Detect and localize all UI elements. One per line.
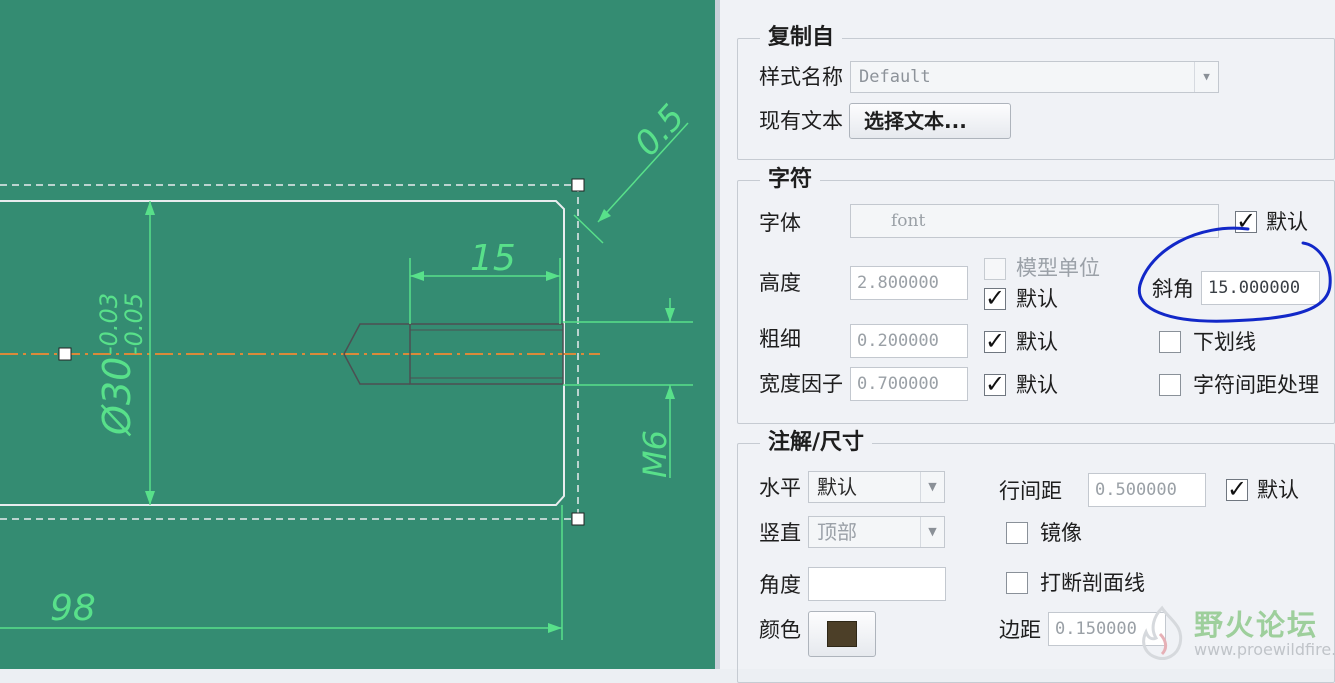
diameter-arrow-top: [145, 201, 155, 215]
vertical-value: 顶部: [817, 520, 857, 544]
height-default-label: 默认: [1016, 287, 1058, 311]
thread-arrow-top: [665, 308, 675, 322]
copy-from-group: 复制自: [737, 23, 1335, 160]
total-arrow-right: [548, 623, 562, 633]
length-arrow-right: [546, 271, 560, 281]
vertical-label: 竖直: [759, 521, 801, 545]
drawing-svg: Ø30 -0.03 -0.05 15 0.5 M6 98: [0, 97, 693, 640]
selection-handle-left[interactable]: [58, 347, 72, 361]
horizontal-combo[interactable]: 默认 ▼: [808, 471, 945, 503]
total-dim-text[interactable]: 98: [50, 588, 96, 629]
existing-text-label: 现有文本: [759, 109, 843, 133]
line-spacing-default-label: 默认: [1257, 478, 1299, 502]
mirror-checkbox[interactable]: [1006, 522, 1028, 544]
drawing-canvas[interactable]: Ø30 -0.03 -0.05 15 0.5 M6 98: [0, 0, 715, 669]
text-style-panel: 复制自 样式名称 Default ▼ 现有文本 选择文本... 字符 字体 fo…: [720, 0, 1335, 683]
width-factor-field[interactable]: 0.700000: [850, 367, 968, 401]
thickness-default-label: 默认: [1016, 330, 1058, 354]
break-hatch-label: 打断剖面线: [1040, 571, 1145, 595]
height-field[interactable]: 2.800000: [850, 266, 968, 300]
kerning-checkbox[interactable]: [1159, 374, 1181, 396]
thread-dim-text[interactable]: M6: [636, 430, 674, 478]
break-hatch-checkbox[interactable]: [1006, 572, 1028, 594]
horizontal-label: 水平: [759, 476, 801, 500]
chamfer-dim-text[interactable]: 0.5: [627, 97, 693, 164]
width-default-checkbox[interactable]: ✓: [984, 372, 1006, 396]
color-swatch: [827, 621, 857, 647]
style-name-combo[interactable]: Default ▼: [850, 61, 1219, 93]
style-name-value: Default: [859, 67, 931, 87]
length-arrow-left: [410, 271, 424, 281]
chevron-down-icon: ▼: [920, 472, 944, 502]
flame-logo-icon: [1142, 605, 1183, 660]
kerning-label: 字符间距处理: [1193, 373, 1319, 397]
annotation-circle: [1137, 226, 1332, 323]
diameter-dim-text[interactable]: Ø30: [95, 357, 139, 437]
color-swatch-button[interactable]: [808, 611, 876, 657]
thickness-default-checkbox[interactable]: ✓: [984, 329, 1006, 353]
diameter-dim-group: Ø30 -0.03 -0.05: [95, 293, 148, 437]
style-name-label: 样式名称: [759, 65, 843, 89]
horizontal-value: 默认: [817, 475, 857, 499]
select-text-button[interactable]: 选择文本...: [849, 103, 1011, 139]
selection-handle-top-right[interactable]: [571, 178, 585, 192]
model-units-label: 模型单位: [1016, 256, 1100, 280]
thickness-field[interactable]: 0.200000: [850, 324, 968, 358]
color-label: 颜色: [759, 618, 801, 642]
line-spacing-default-checkbox[interactable]: ✓: [1226, 477, 1248, 501]
watermark-url: www.proewildfire.cn: [1194, 640, 1335, 659]
mirror-label: 镜像: [1040, 521, 1082, 545]
font-label: 字体: [759, 211, 801, 235]
chevron-down-icon: ▼: [920, 517, 944, 547]
diameter-tol-lower: -0.05: [120, 293, 148, 355]
thread-arrow-bottom: [665, 385, 675, 399]
underline-checkbox[interactable]: [1159, 331, 1181, 353]
angle-field[interactable]: [808, 567, 946, 601]
thickness-label: 粗细: [759, 327, 801, 351]
diameter-arrow-bottom: [145, 491, 155, 505]
character-title: 字符: [760, 165, 821, 195]
forum-watermark: 野火论坛 www.proewildfire.cn: [1128, 600, 1335, 669]
diameter-tol-upper: -0.03: [95, 293, 123, 355]
selection-handle-bottom-right[interactable]: [571, 512, 585, 526]
note-dim-title: 注解/尺寸: [760, 428, 873, 458]
width-default-label: 默认: [1016, 373, 1058, 397]
model-units-checkbox[interactable]: [984, 258, 1006, 280]
margin-label: 边距: [999, 618, 1041, 642]
copy-from-title: 复制自: [760, 23, 843, 53]
angle-label: 角度: [759, 573, 801, 597]
vertical-combo[interactable]: 顶部 ▼: [808, 516, 945, 548]
line-spacing-field[interactable]: 0.500000: [1088, 473, 1206, 507]
chevron-down-icon: ▼: [1194, 62, 1218, 92]
height-label: 高度: [759, 271, 801, 295]
line-spacing-label: 行间距: [999, 479, 1062, 503]
length-dim-text[interactable]: 15: [470, 238, 516, 279]
height-default-checkbox[interactable]: ✓: [984, 286, 1006, 310]
width-factor-label: 宽度因子: [759, 372, 843, 396]
watermark-title: 野火论坛: [1194, 608, 1319, 642]
underline-label: 下划线: [1193, 330, 1256, 354]
